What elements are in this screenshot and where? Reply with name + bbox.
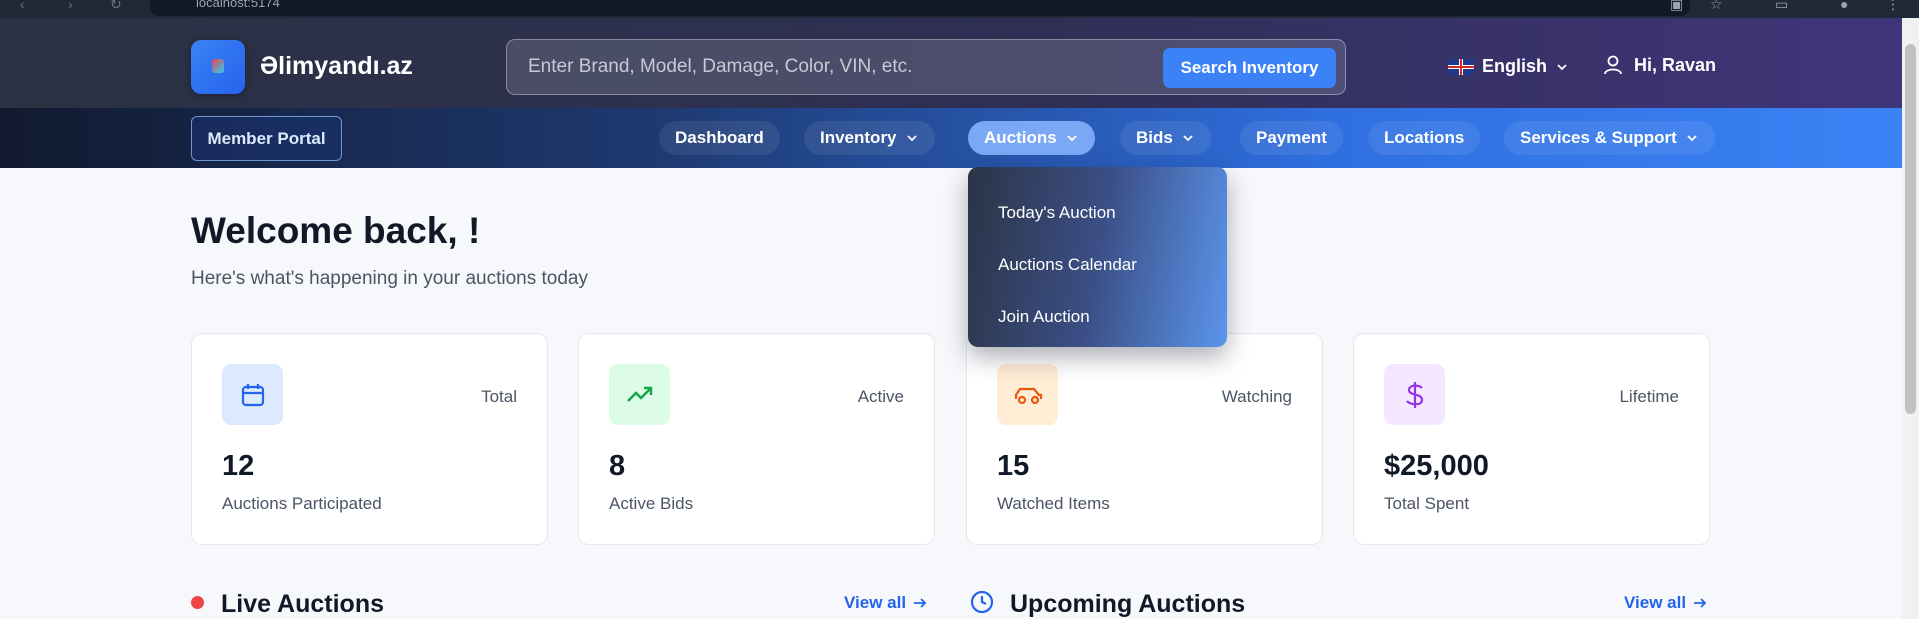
user-icon xyxy=(1604,55,1622,75)
arrow-right-icon xyxy=(914,598,927,608)
bookmark-star-icon[interactable]: ☆ xyxy=(1710,0,1723,13)
uk-flag-icon xyxy=(1448,58,1474,75)
browser-chrome: ‹ › ↻ localhost:5174 ▣ ☆ ▭ ● ⋮ xyxy=(0,0,1919,18)
upcoming-auctions-title: Upcoming Auctions xyxy=(1010,590,1246,618)
menu-kebab-icon[interactable]: ⋮ xyxy=(1886,0,1900,13)
nav-locations[interactable]: Locations xyxy=(1368,121,1481,155)
nav-bids-label: Bids xyxy=(1136,128,1173,147)
nav-bids[interactable]: Bids xyxy=(1120,121,1211,155)
upcoming-view-all-link[interactable]: View all xyxy=(1624,593,1708,613)
stat-label: Total Spent xyxy=(1384,494,1470,513)
member-portal-button[interactable]: Member Portal xyxy=(191,116,342,161)
tab-icon[interactable]: ▭ xyxy=(1775,0,1788,13)
language-selector[interactable]: English xyxy=(1448,56,1569,77)
stat-tag: Lifetime xyxy=(1619,387,1679,406)
address-bar[interactable]: localhost:5174 xyxy=(150,0,1690,16)
user-greeting: Hi, Ravan xyxy=(1634,54,1717,75)
language-label: English xyxy=(1482,56,1548,76)
search-bar: Search Inventory xyxy=(506,39,1346,95)
chevron-down-icon xyxy=(906,135,917,142)
live-auctions-title: Live Auctions xyxy=(221,590,384,618)
forward-icon[interactable]: › xyxy=(68,0,73,12)
nav-services-support-label: Services & Support xyxy=(1520,128,1677,147)
url-text: localhost:5174 xyxy=(196,0,280,10)
stat-card-watched[interactable]: Watching 15 Watched Items xyxy=(966,333,1323,545)
stat-value: 12 xyxy=(222,450,255,482)
search-inventory-button[interactable]: Search Inventory xyxy=(1163,48,1336,88)
nav-dashboard[interactable]: Dashboard xyxy=(659,121,780,155)
stat-label: Auctions Participated xyxy=(222,494,382,513)
user-menu[interactable]: Hi, Ravan xyxy=(1602,54,1716,76)
nav-services-support[interactable]: Services & Support xyxy=(1504,121,1715,155)
top-header: Əlimyandı.az Search Inventory English Hi… xyxy=(0,18,1902,108)
chevron-down-icon xyxy=(1557,63,1567,70)
live-view-all-link[interactable]: View all xyxy=(844,593,928,613)
nav-inventory-label: Inventory xyxy=(820,128,897,147)
scrollbar-thumb[interactable] xyxy=(1905,44,1916,414)
search-input[interactable] xyxy=(507,40,1147,94)
stat-label: Active Bids xyxy=(609,494,694,513)
view-all-label: View all xyxy=(1624,593,1687,612)
page-subtitle: Here's what's happening in your auctions… xyxy=(191,268,588,289)
live-indicator-icon xyxy=(191,596,204,609)
chevron-down-icon xyxy=(1067,135,1077,142)
arrow-right-icon xyxy=(1694,598,1707,608)
clock-icon xyxy=(970,590,994,614)
calendar-icon xyxy=(222,364,283,425)
stat-value: 15 xyxy=(997,450,1030,482)
menu-item-todays-auction[interactable]: Today's Auction xyxy=(968,187,1227,239)
stat-card-auctions[interactable]: Total 12 Auctions Participated xyxy=(191,333,548,545)
stat-label: Watched Items xyxy=(997,494,1110,513)
main-navbar: Member Portal Dashboard Inventory Auctio… xyxy=(0,108,1902,168)
translate-icon[interactable]: ▣ xyxy=(1670,0,1683,13)
chevron-down-icon xyxy=(1687,135,1697,142)
brand-name[interactable]: Əlimyandı.az xyxy=(260,52,413,81)
stat-tag: Active xyxy=(857,387,904,406)
nav-auctions-label: Auctions xyxy=(984,128,1057,147)
logo-icon[interactable] xyxy=(191,40,245,94)
stat-tag: Total xyxy=(481,387,517,406)
dollar-icon xyxy=(1384,364,1445,425)
chevron-down-icon xyxy=(1183,135,1193,142)
menu-item-auctions-calendar[interactable]: Auctions Calendar xyxy=(968,239,1227,291)
stat-value: 8 xyxy=(609,450,626,482)
profile-avatar-icon[interactable]: ● xyxy=(1840,0,1848,12)
nav-inventory[interactable]: Inventory xyxy=(804,121,935,155)
nav-locations-label: Locations xyxy=(1384,128,1465,147)
car-icon xyxy=(997,364,1058,425)
nav-payment[interactable]: Payment xyxy=(1240,121,1343,155)
stat-tag: Watching xyxy=(1221,387,1292,406)
reload-icon[interactable]: ↻ xyxy=(110,0,122,13)
stat-card-bids[interactable]: Active 8 Active Bids xyxy=(578,333,935,545)
stat-value: $25,000 xyxy=(1384,450,1489,482)
nav-payment-label: Payment xyxy=(1256,128,1327,147)
trending-up-icon xyxy=(609,364,670,425)
page-title: Welcome back, ! xyxy=(191,210,481,251)
auctions-dropdown-menu: Today's Auction Auctions Calendar Join A… xyxy=(968,167,1227,347)
back-icon[interactable]: ‹ xyxy=(20,0,25,12)
stat-card-spent[interactable]: Lifetime $25,000 Total Spent xyxy=(1353,333,1710,545)
nav-auctions[interactable]: Auctions xyxy=(968,121,1095,155)
menu-item-join-auction[interactable]: Join Auction xyxy=(968,291,1227,343)
nav-dashboard-label: Dashboard xyxy=(675,128,764,147)
view-all-label: View all xyxy=(844,593,907,612)
